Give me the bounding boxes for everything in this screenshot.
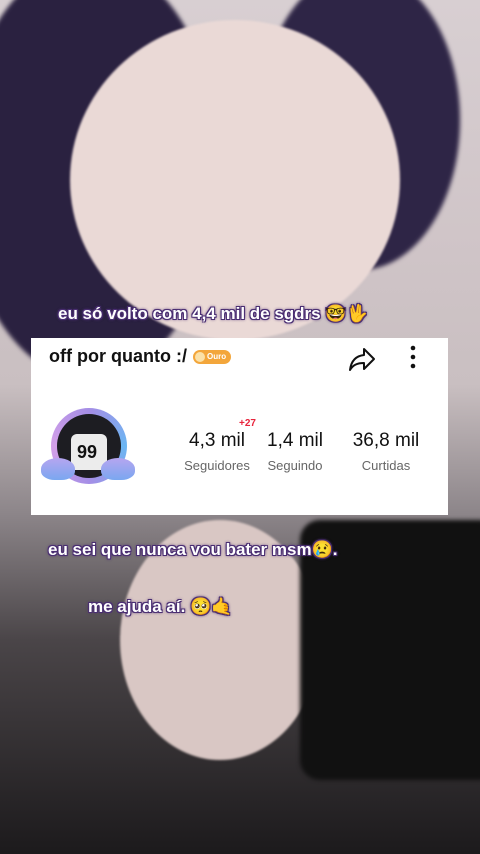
left-wing-decoration [41,458,75,480]
new-followers-count: +27 [239,418,256,429]
stat-followers[interactable]: 4,3 mil Seguidores [167,430,267,473]
right-wing-decoration [101,458,135,480]
caption-line-3: me ajuda aí. 🥺🤙 [88,597,233,616]
stat-following[interactable]: 1,4 mil Seguindo [255,430,335,473]
more-vertical-icon[interactable] [407,344,419,370]
caption-line-2: eu sei que nunca vou bater msm😢. [48,540,338,559]
badge-icon [194,351,205,362]
share-icon[interactable] [347,344,377,374]
following-label: Seguindo [267,458,323,473]
profile-header: off por quanto :/ Ouro [49,346,232,367]
likes-label: Curtidas [361,458,411,473]
gold-badge: Ouro [192,349,232,364]
avatar[interactable]: 99 [41,402,135,508]
followers-label: Seguidores [184,458,250,473]
following-value: 1,4 mil [267,430,323,451]
stat-likes[interactable]: 36,8 mil Curtidas [341,430,431,473]
followers-value: 4,3 mil [189,430,245,451]
username: off por quanto :/ [49,346,187,366]
jersey-number: 99 [77,442,98,462]
caption-line-1: eu só volto com 4,4 mil de sgdrs 🤓🖖 [58,304,368,323]
likes-value: 36,8 mil [352,430,420,451]
profile-card: off por quanto :/ Ouro 99 +27 4,3 mil Se… [31,338,448,515]
